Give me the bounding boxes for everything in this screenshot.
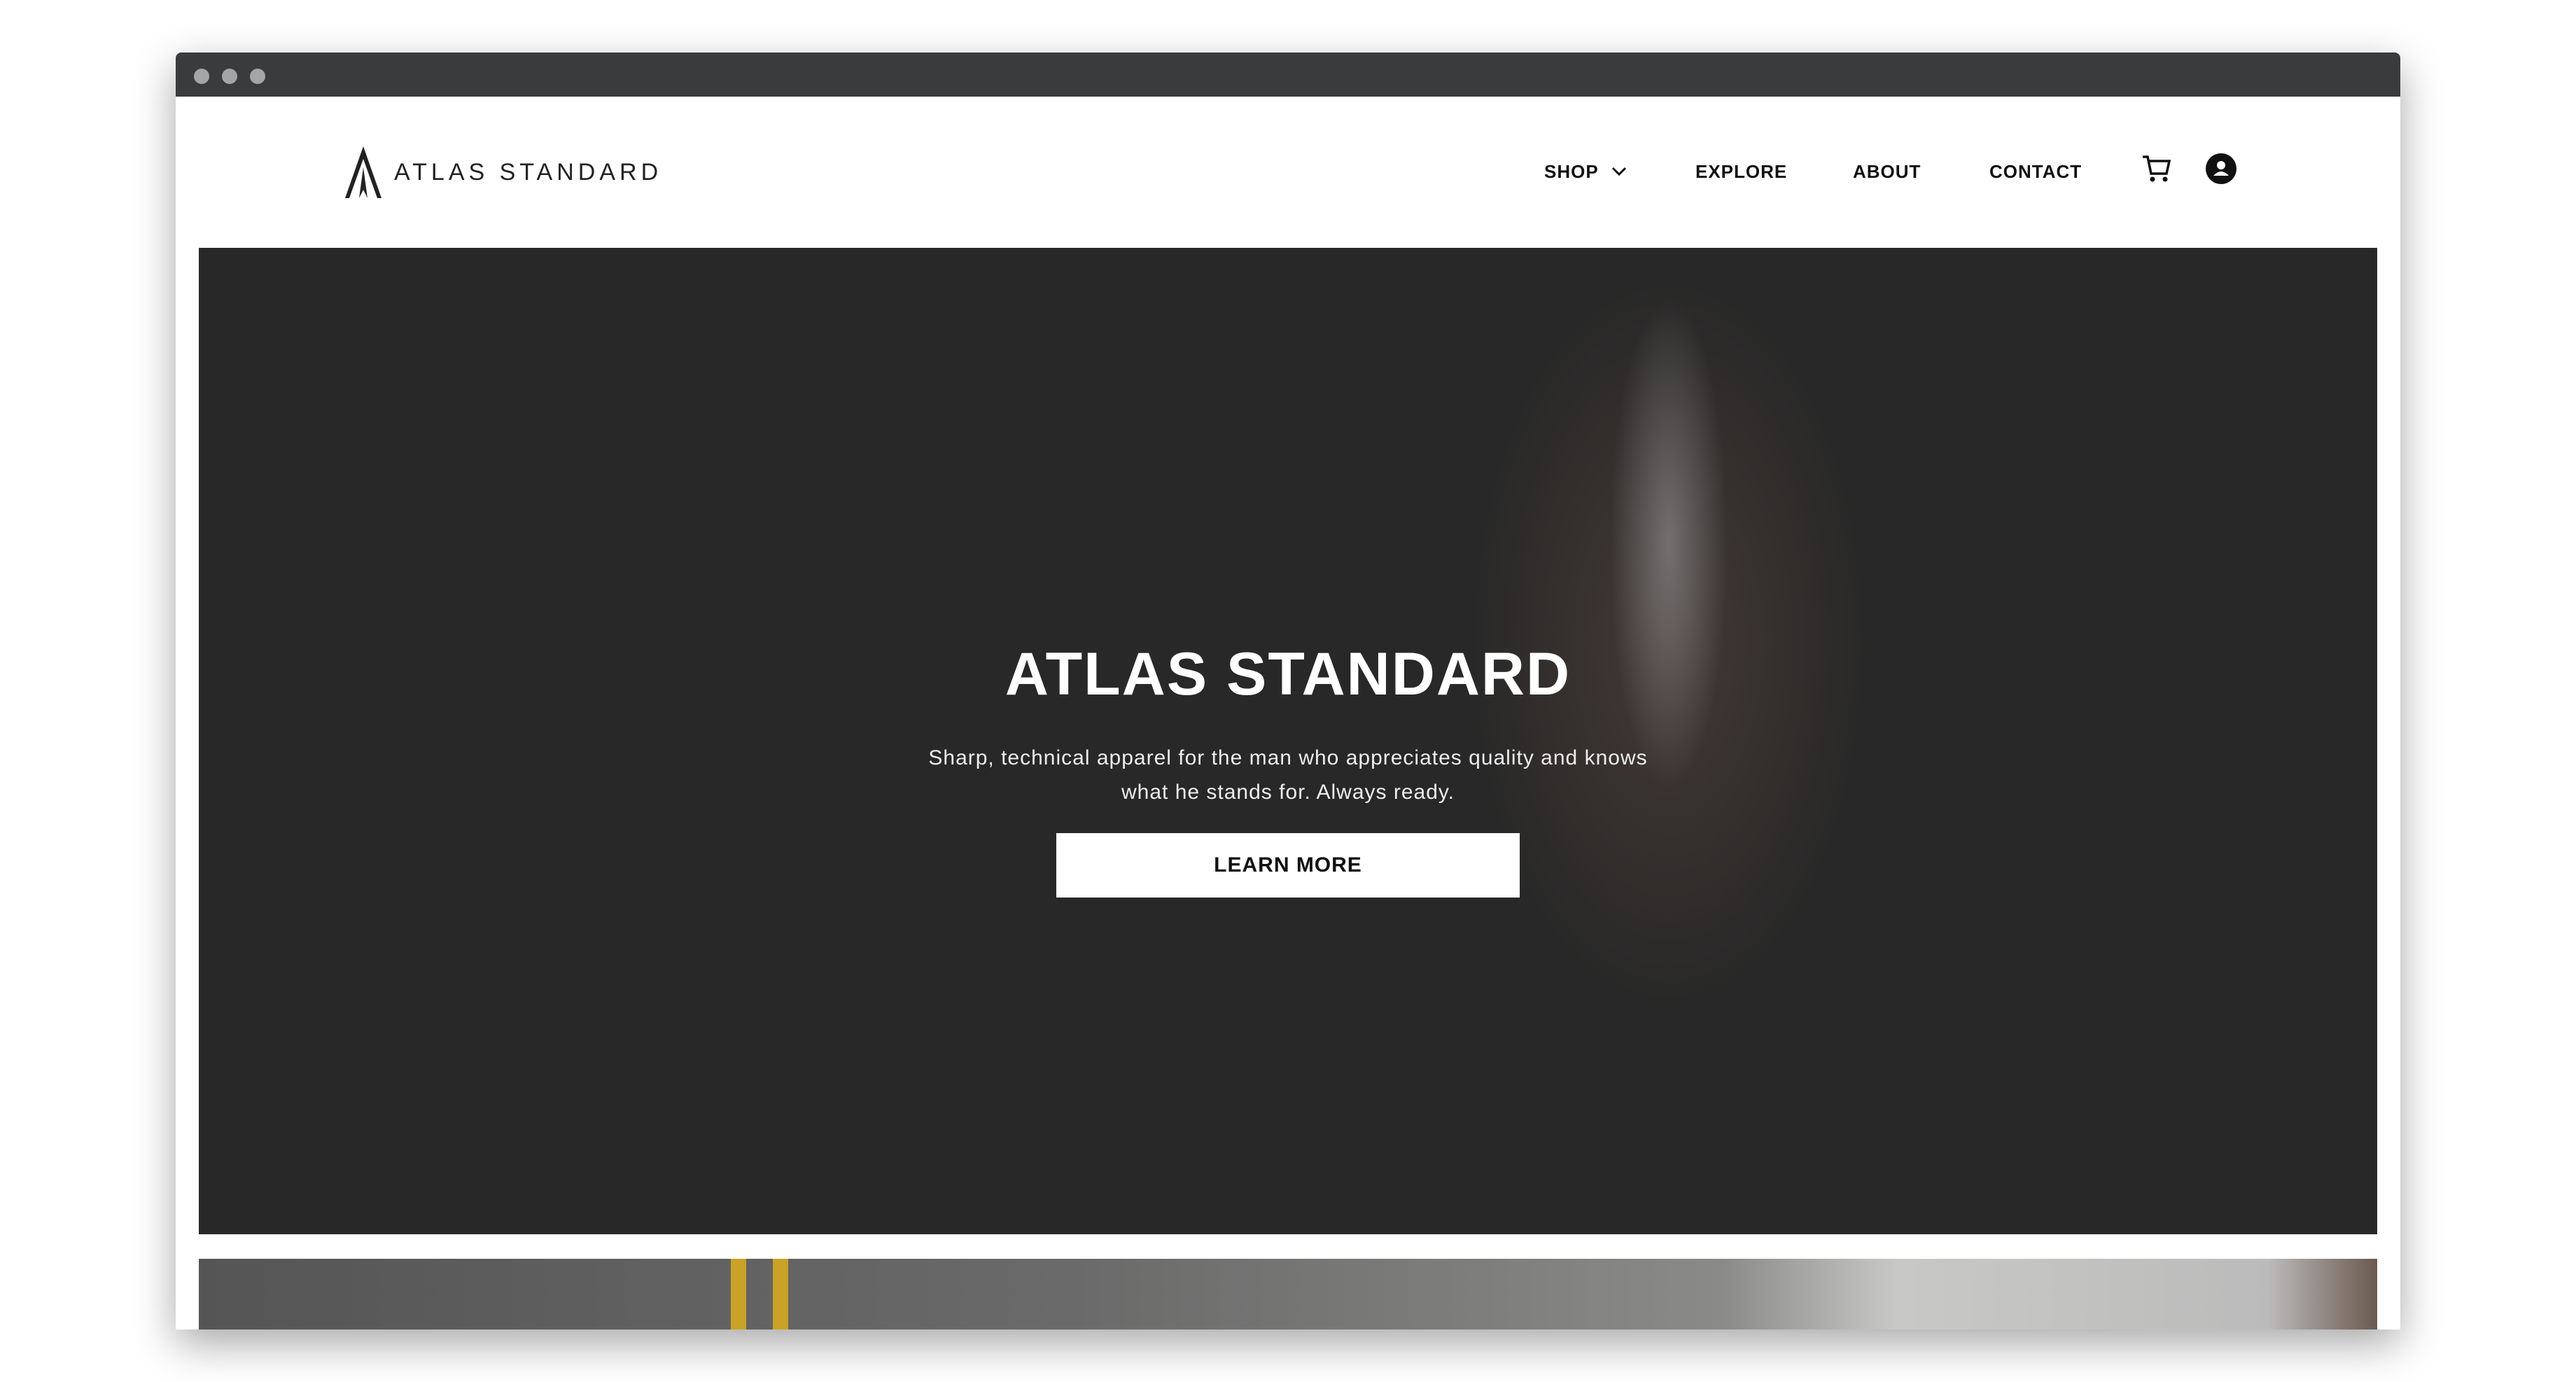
brand-logo[interactable]: ATLAS STANDARD	[345, 146, 662, 198]
hero-subtitle-line: Sharp, technical apparel for the man who…	[928, 746, 1648, 769]
secondary-banner-image	[199, 1259, 2377, 1329]
hero-title: ATLAS STANDARD	[1004, 641, 1572, 708]
close-window-button[interactable]	[194, 69, 209, 84]
account-button[interactable]	[2206, 153, 2236, 184]
browser-window: ATLAS STANDARD SHOP EXPLORE ABOUT CONTAC…	[176, 53, 2400, 1329]
window-titlebar	[176, 53, 2400, 97]
maximize-window-button[interactable]	[250, 69, 265, 84]
hero-subtitle-line: what he stands for. Always ready.	[1121, 781, 1455, 804]
brand-name: ATLAS STANDARD	[394, 158, 663, 186]
minimize-window-button[interactable]	[222, 69, 237, 84]
nav-contact-label: CONTACT	[1989, 160, 2082, 182]
road-stripe	[773, 1259, 788, 1329]
nav-contact[interactable]: CONTACT	[1989, 159, 2082, 184]
atlas-logo-icon	[345, 146, 382, 198]
learn-more-button[interactable]: LEARN MORE	[1056, 833, 1520, 898]
hero-subtitle: Sharp, technical apparel for the man who…	[868, 741, 1708, 809]
cart-button[interactable]	[2141, 155, 2172, 182]
cart-icon	[2143, 155, 2171, 182]
hero-banner: ATLAS STANDARD Sharp, technical apparel …	[199, 248, 2377, 1234]
user-icon	[2206, 153, 2236, 184]
nav-about[interactable]: ABOUT	[1853, 159, 1921, 184]
nav-explore-label: EXPLORE	[1695, 160, 1788, 182]
chevron-down-icon	[1611, 167, 1626, 176]
nav-about-label: ABOUT	[1853, 160, 1921, 182]
nav-shop-label: SHOP	[1544, 160, 1599, 182]
nav-explore[interactable]: EXPLORE	[1695, 159, 1787, 184]
nav-shop[interactable]: SHOP	[1544, 159, 1627, 184]
road-stripe	[731, 1259, 746, 1329]
